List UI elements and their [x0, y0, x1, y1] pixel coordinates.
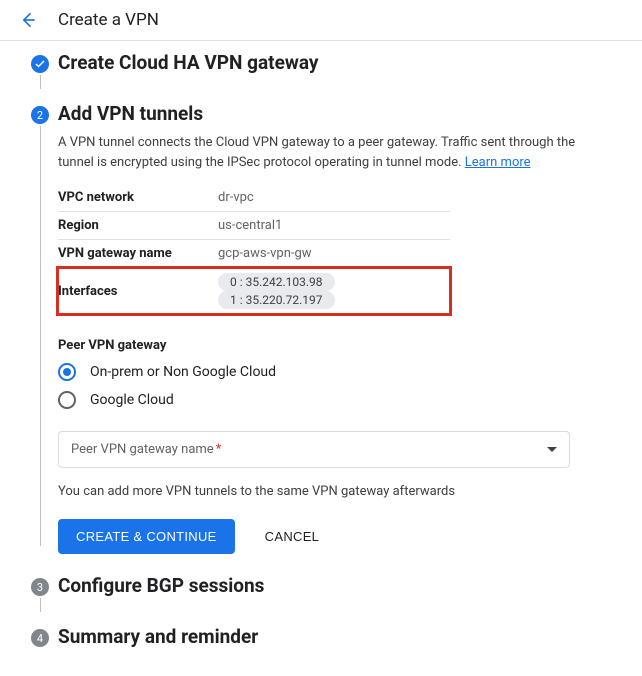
back-arrow-icon[interactable]	[18, 10, 38, 30]
radio-icon	[58, 391, 76, 409]
region-row: Region us-central1	[58, 212, 450, 240]
vpc-network-value: dr-vpc	[218, 184, 450, 212]
page-header: Create a VPN	[0, 0, 642, 41]
action-buttons: CREATE & CONTINUE CANCEL	[58, 519, 620, 554]
page-title: Create a VPN	[58, 10, 159, 30]
step2-title: Add VPN tunnels	[58, 102, 620, 125]
radio-onprem-label: On-prem or Non Google Cloud	[90, 364, 276, 380]
radio-icon	[58, 363, 76, 381]
step-add-tunnels: 2 Add VPN tunnels A VPN tunnel connects …	[22, 102, 620, 574]
gateway-info-table: VPC network dr-vpc Region us-central1 VP…	[58, 184, 450, 314]
vpn-gateway-name-row: VPN gateway name gcp-aws-vpn-gw	[58, 240, 450, 268]
interface-0-chip: 0 : 35.242.103.98	[218, 273, 335, 291]
interfaces-row: Interfaces 0 : 35.242.103.98 1 : 35.220.…	[58, 268, 450, 315]
vpn-gw-value: gcp-aws-vpn-gw	[218, 240, 450, 268]
region-label: Region	[58, 212, 218, 240]
chevron-down-icon	[547, 447, 557, 452]
peer-gateway-section-label: Peer VPN gateway	[58, 338, 620, 353]
vpc-network-row: VPC network dr-vpc	[58, 184, 450, 212]
cancel-button[interactable]: CANCEL	[259, 528, 326, 545]
radio-google-label: Google Cloud	[90, 392, 174, 408]
stepper: Create Cloud HA VPN gateway 2 Add VPN tu…	[0, 41, 642, 676]
vpn-gw-label: VPN gateway name	[58, 240, 218, 268]
region-value: us-central1	[218, 212, 450, 240]
interface-1-chip: 1 : 35.220.72.197	[218, 291, 335, 309]
step-configure-bgp: 3 Configure BGP sessions	[22, 574, 620, 625]
step1-title: Create Cloud HA VPN gateway	[58, 51, 620, 74]
learn-more-link[interactable]: Learn more	[465, 155, 531, 170]
vpc-network-label: VPC network	[58, 184, 218, 212]
step2-badge: 2	[31, 106, 49, 124]
step3-title: Configure BGP sessions	[58, 574, 620, 597]
step-create-gateway: Create Cloud HA VPN gateway	[22, 51, 620, 102]
helper-text: You can add more VPN tunnels to the same…	[58, 484, 620, 499]
step-summary: 4 Summary and reminder	[22, 625, 620, 656]
radio-onprem[interactable]: On-prem or Non Google Cloud	[58, 363, 620, 381]
required-asterisk: *	[216, 442, 222, 457]
peer-gateway-name-select[interactable]: Peer VPN gateway name*	[58, 431, 570, 468]
create-continue-button[interactable]: CREATE & CONTINUE	[58, 519, 235, 554]
interfaces-value: 0 : 35.242.103.98 1 : 35.220.72.197	[218, 268, 450, 315]
interfaces-label: Interfaces	[58, 268, 218, 315]
step2-description: A VPN tunnel connects the Cloud VPN gate…	[58, 133, 598, 172]
select-placeholder-text: Peer VPN gateway name	[71, 442, 214, 457]
radio-google-cloud[interactable]: Google Cloud	[58, 391, 620, 409]
step3-badge: 3	[31, 578, 49, 596]
step4-badge: 4	[31, 629, 49, 647]
step1-check-icon	[31, 55, 49, 73]
step4-title: Summary and reminder	[58, 625, 620, 648]
